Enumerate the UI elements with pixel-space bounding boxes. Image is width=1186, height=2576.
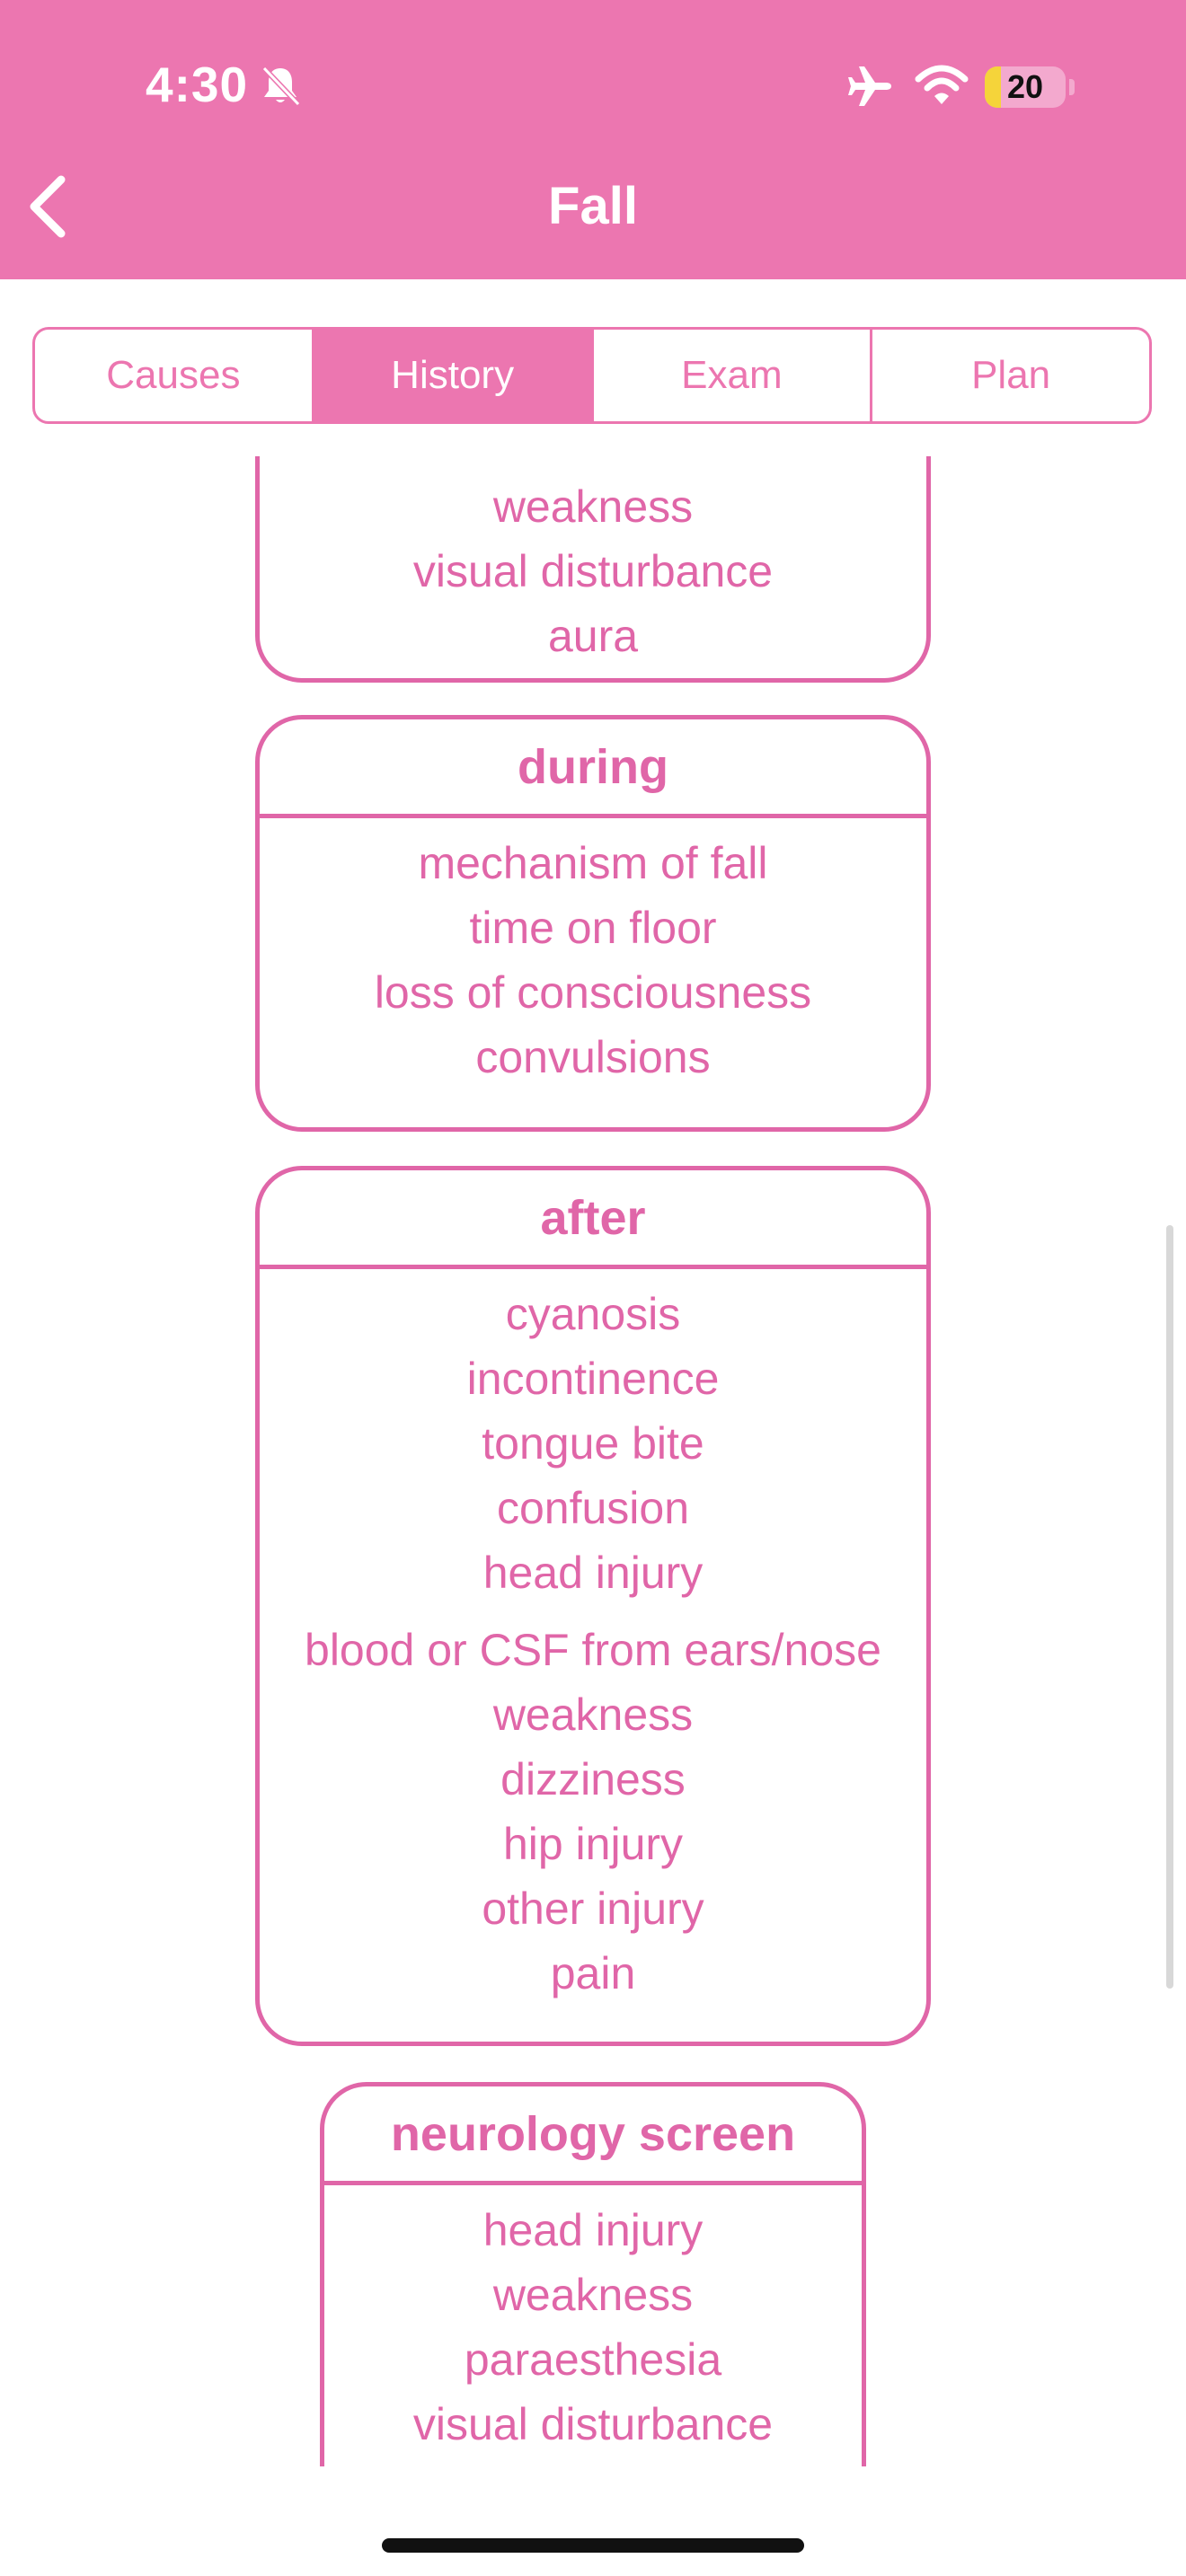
wifi-icon [915,65,969,104]
status-time: 4:30 [146,57,249,112]
list-item: confusion [496,1483,690,1533]
scrollbar[interactable] [1166,1225,1173,1989]
list-item: blood or CSF from ears/nose [305,1625,881,1675]
list-item: visual disturbance [412,2399,774,2449]
list-item: pain [550,1948,636,1998]
list-item: other injury [482,1883,704,1934]
tab-exam[interactable]: Exam [590,330,871,421]
tab-causes[interactable]: Causes [35,330,312,421]
list-item: aura [547,611,639,661]
segmented-tabs: Causes History Exam Plan [32,327,1152,424]
list-item: incontinence [466,1354,720,1404]
list-item: mechanism of fall [418,838,768,888]
list-item: paraesthesia [464,2334,722,2385]
list-item: head injury [482,1548,704,1598]
list-item: cyanosis [505,1289,681,1339]
tab-history[interactable]: History [311,330,591,421]
card-title: after [260,1170,926,1269]
battery-percentage: 20 [1006,68,1044,105]
list-item: weakness [492,2270,694,2320]
airplane-icon [848,66,891,106]
tab-plan[interactable]: Plan [870,330,1149,421]
page-title: Fall [548,177,638,235]
app-header: 4:30 20 Fall [0,0,1186,279]
list-item: hip injury [502,1819,684,1869]
neurology-screen-card: neurology screen head injury weakness pa… [320,2082,866,2466]
battery-icon: 20 [985,66,1066,108]
after-card: after cyanosis incontinence tongue bite … [255,1166,931,2046]
card-title: during [260,719,926,818]
list-item: tongue bite [482,1418,704,1469]
list-item: convulsions [475,1032,711,1082]
bell-slash-icon [261,66,301,107]
list-item: visual disturbance [412,546,774,596]
list-item: loss of consciousness [374,967,812,1018]
list-item: head injury [482,2205,704,2255]
before-card: weakness visual disturbance aura [255,456,931,683]
list-item: weakness [492,1689,694,1740]
home-indicator[interactable] [382,2538,804,2553]
list-item: time on floor [469,903,717,953]
battery-tip [1069,79,1075,95]
list-item: dizziness [500,1754,686,1804]
card-title: neurology screen [324,2086,862,2185]
list-item: weakness [492,481,694,532]
during-card: during mechanism of fall time on floor l… [255,715,931,1132]
history-content[interactable]: weakness visual disturbance aura during … [0,456,1186,2466]
